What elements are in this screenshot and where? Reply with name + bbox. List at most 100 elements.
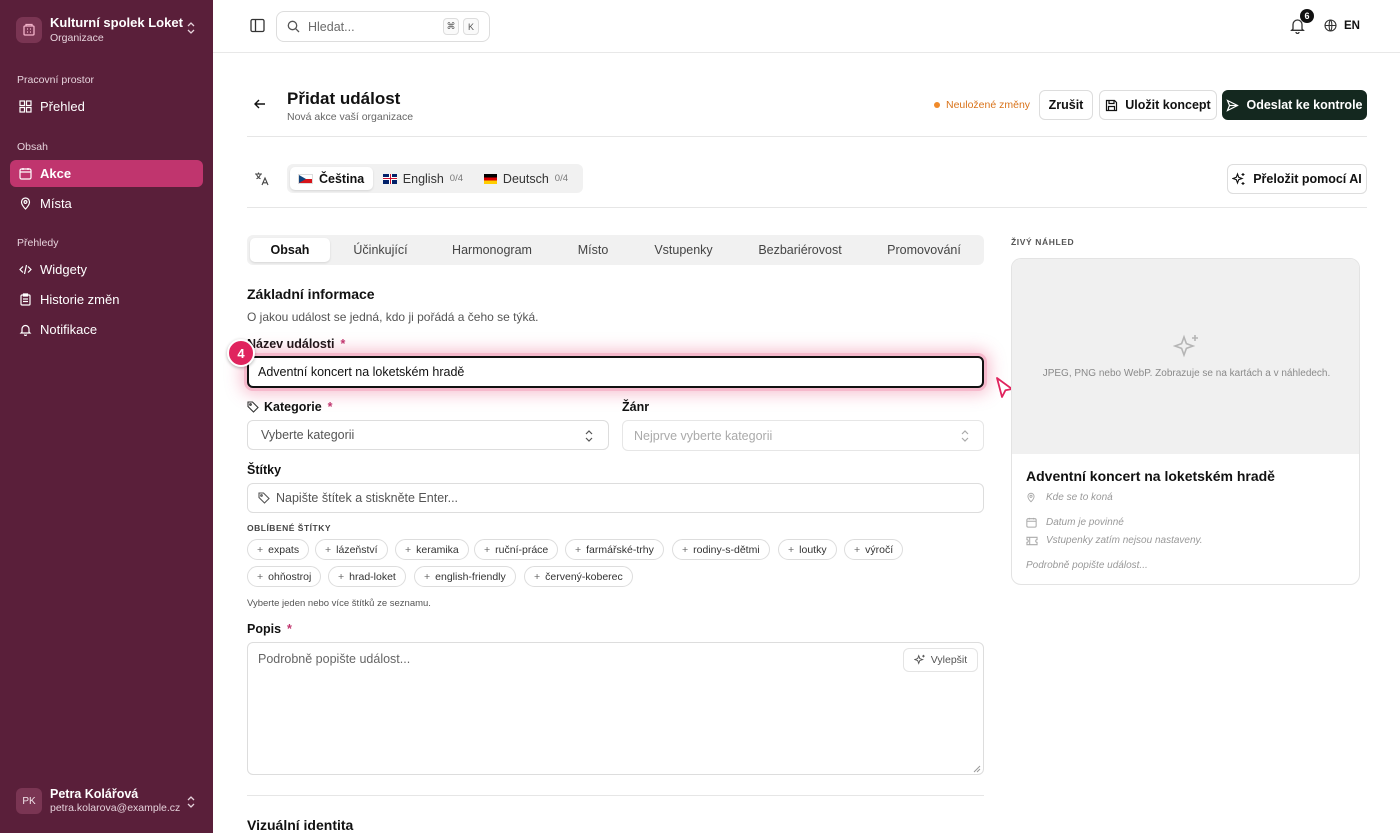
tab-promotion[interactable]: Promovování	[870, 238, 978, 262]
sidebar-item-widgets[interactable]: Widgety	[10, 256, 203, 283]
status-dot	[934, 102, 940, 108]
chevron-up-down-icon	[961, 430, 969, 442]
sidebar-toggle-icon[interactable]	[250, 18, 266, 34]
genre-label: Žánr	[622, 400, 649, 414]
popular-tags-label: OBLÍBENÉ ŠTÍTKY	[247, 523, 332, 533]
tag-chip[interactable]: + lázeňství	[315, 539, 388, 560]
tab-place[interactable]: Místo	[560, 238, 626, 262]
tag-chip[interactable]: + ruční-práce	[474, 539, 559, 560]
tag-icon	[247, 401, 259, 413]
sidebar-item-label: Widgety	[40, 262, 87, 277]
org-name: Kulturní spolek Loket	[50, 15, 183, 31]
sidebar-item-notifications[interactable]: Notifikace	[10, 316, 203, 343]
submit-review-button[interactable]: Odeslat ke kontrole	[1222, 90, 1367, 120]
event-name-input[interactable]: Adventní koncert na loketském hradě	[247, 356, 984, 388]
tag-chip[interactable]: + farmářské-trhy	[565, 539, 664, 560]
preview-date: Datum je povinné	[1026, 517, 1124, 528]
divider	[247, 136, 1367, 137]
preview-card: JPEG, PNG nebo WebP. Zobrazuje se na kar…	[1011, 258, 1360, 585]
section-label-workspace: Pracovní prostor	[17, 74, 95, 86]
kbd-k: K	[463, 18, 479, 35]
description-text: Podrobně popište událost...	[1026, 560, 1148, 571]
tab-lang-en[interactable]: English 0/4	[375, 167, 471, 190]
chevron-up-down-icon	[187, 22, 195, 37]
ticket-icon	[1026, 536, 1038, 546]
tab-label: Čeština	[319, 171, 365, 186]
label-text: Popis	[247, 622, 282, 636]
location-text: Kde se to koná	[1046, 492, 1113, 503]
chevron-up-down-icon	[187, 796, 195, 811]
save-draft-button[interactable]: Uložit koncept	[1099, 90, 1217, 120]
search-placeholder: Hledat...	[308, 19, 355, 34]
language-switcher[interactable]: EN	[1324, 19, 1360, 32]
tag-chip-label: hrad-loket	[349, 570, 396, 583]
translation-progress: 0/4	[449, 173, 463, 184]
sparkles-icon	[1173, 333, 1201, 361]
section-tabs: Obsah Účinkující Harmonogram Místo Vstup…	[247, 235, 984, 265]
search-input[interactable]: Hledat... ⌘ K	[276, 11, 490, 42]
sidebar-item-label: Akce	[40, 166, 72, 181]
tag-chip[interactable]: + keramika	[395, 539, 469, 560]
clipboard-icon	[18, 293, 32, 307]
tag-chip[interactable]: + výročí	[844, 539, 904, 560]
user-menu[interactable]: PK Petra Kolářová petra.kolarova@example…	[10, 779, 203, 823]
tab-label: English	[402, 171, 444, 186]
save-icon	[1105, 99, 1118, 112]
step-badge: 4	[227, 339, 255, 367]
tag-chip[interactable]: + loutky	[778, 539, 837, 560]
category-placeholder: Vyberte kategorii	[261, 428, 355, 442]
tab-content[interactable]: Obsah	[250, 238, 330, 262]
sidebar-item-events[interactable]: Akce	[10, 160, 203, 187]
tab-lang-cs[interactable]: Čeština	[290, 167, 373, 190]
language-label: EN	[1344, 19, 1360, 32]
section-title: Základní informace	[247, 286, 375, 302]
submit-label: Odeslat ke kontrole	[1246, 98, 1363, 112]
translate-ai-button[interactable]: Přeložit pomocí AI	[1227, 164, 1367, 194]
tag-chip[interactable]: + rodiny-s-dětmi	[672, 539, 770, 560]
preview-location: Kde se to koná	[1026, 492, 1113, 503]
cancel-button[interactable]: Zrušit	[1039, 90, 1093, 120]
required-asterisk: *	[287, 622, 292, 636]
tab-tickets[interactable]: Vstupenky	[637, 238, 730, 262]
tag-chip[interactable]: + červený-koberec	[524, 566, 633, 587]
tags-help-text: Vyberte jeden nebo více štítků ze seznam…	[247, 598, 431, 609]
sidebar-item-places[interactable]: Místa	[10, 190, 203, 217]
sidebar-item-label: Historie změn	[40, 292, 120, 307]
description-textarea[interactable]: Podrobně popište událost...	[247, 642, 984, 775]
label-text: Štítky	[247, 463, 282, 477]
tag-chip[interactable]: + expats	[247, 539, 310, 560]
genre-select[interactable]: Nejprve vyberte kategorii	[622, 420, 984, 451]
tag-chip[interactable]: + ohňostroj	[247, 566, 322, 587]
sidebar-item-overview[interactable]: Přehled	[10, 93, 203, 120]
tag-chip-label: keramika	[416, 543, 459, 556]
category-select[interactable]: Vyberte kategorii	[247, 420, 609, 450]
description-label: Popis *	[247, 622, 292, 636]
sidebar-item-history[interactable]: Historie změn	[10, 286, 203, 313]
sidebar: Kulturní spolek Loket Organizace Pracovn…	[0, 0, 213, 833]
org-switcher[interactable]: Kulturní spolek Loket Organizace	[10, 8, 203, 52]
tab-schedule[interactable]: Harmonogram	[433, 238, 551, 262]
save-draft-label: Uložit koncept	[1125, 98, 1211, 112]
sidebar-item-label: Místa	[40, 196, 72, 211]
label-text: Kategorie	[264, 400, 322, 414]
tag-chip[interactable]: + english-friendly	[414, 566, 516, 587]
tags-input[interactable]: Napište štítek a stiskněte Enter...	[247, 483, 984, 513]
resize-handle-icon[interactable]	[973, 765, 981, 773]
divider	[247, 795, 984, 796]
improve-ai-button[interactable]: Vylepšit	[903, 648, 978, 672]
tab-performers[interactable]: Účinkující	[337, 238, 424, 262]
tab-accessibility[interactable]: Bezbariérovost	[741, 238, 859, 262]
search-icon	[287, 20, 300, 33]
unsaved-label: Neuložené změny	[946, 99, 1031, 111]
notification-badge: 6	[1300, 9, 1314, 23]
required-asterisk: *	[340, 337, 346, 351]
tag-chip[interactable]: + hrad-loket	[328, 566, 406, 587]
arrow-left-icon[interactable]	[253, 97, 269, 113]
map-pin-icon	[1026, 492, 1038, 503]
tag-chip-label: ohňostroj	[268, 570, 312, 583]
tab-lang-de[interactable]: Deutsch 0/4	[476, 167, 576, 190]
page-title: Přidat událost	[287, 89, 401, 108]
tag-chip-label: expats	[268, 543, 300, 556]
translate-ai-label: Přeložit pomocí AI	[1253, 172, 1362, 186]
category-label: Kategorie *	[247, 400, 333, 414]
